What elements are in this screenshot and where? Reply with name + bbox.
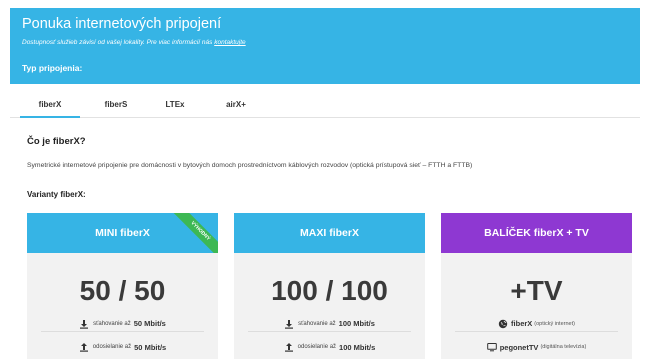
internet-note: (optický internet): [534, 320, 575, 327]
download-icon: [80, 319, 89, 329]
plan-card-maxi[interactable]: MAXI fiberX 100 / 100 sťahovanie až 100 …: [234, 213, 425, 359]
plan-speed: 100 / 100: [271, 275, 388, 306]
tv-icon: [486, 343, 497, 352]
globe-icon: [498, 319, 508, 328]
tab-fibers[interactable]: fiberS: [96, 96, 136, 118]
connection-type-label: Typ pripojenia:: [22, 63, 83, 73]
header-banner: Ponuka internetových pripojení Dostupnos…: [10, 8, 640, 84]
download-feature: sťahovanie až 50 Mbit/s: [41, 316, 204, 332]
tv-feature: pegonetTV (digitálna televízia): [455, 339, 618, 355]
download-label: sťahovanie až: [93, 320, 131, 327]
plan-title: MAXI fiberX: [300, 227, 359, 239]
recommended-ribbon: VÝHODNÝ: [167, 213, 218, 253]
plan-title: MINI fiberX: [95, 227, 150, 239]
plan-card-header: MAXI fiberX: [234, 213, 425, 253]
upload-icon: [284, 343, 293, 352]
upload-value: 50 Mbit/s: [134, 342, 167, 352]
download-value: 100 Mbit/s: [338, 319, 375, 328]
connection-tabs: fiberX fiberS LTEx airX+: [10, 96, 640, 118]
availability-note: Dostupnosť služieb závisí od vašej lokal…: [22, 39, 246, 46]
upload-feature: odosielanie až 50 Mbit/s: [41, 339, 204, 355]
variants-heading: Varianty fiberX:: [27, 190, 86, 199]
upload-feature: odosielanie až 100 Mbit/s: [248, 339, 411, 355]
upload-label: odosielanie až: [297, 344, 337, 350]
tab-airx[interactable]: airX+: [216, 96, 256, 118]
plan-speed: +TV: [510, 275, 563, 306]
upload-label: odosielanie až: [92, 344, 132, 350]
plan-title: BALÍČEK fiberX + TV: [484, 227, 589, 239]
contact-link[interactable]: kontaktujte: [214, 39, 245, 46]
plan-card-mini[interactable]: MINI fiberX VÝHODNÝ 50 / 50 sťahovanie a…: [27, 213, 218, 359]
download-feature: sťahovanie až 100 Mbit/s: [248, 316, 411, 332]
download-value: 50 Mbit/s: [133, 319, 166, 328]
section-heading: Čo je fiberX?: [27, 136, 86, 147]
internet-name: fiberX: [511, 319, 533, 328]
tab-fiberx[interactable]: fiberX: [20, 96, 80, 118]
upload-value: 100 Mbit/s: [339, 342, 376, 352]
internet-feature: fiberX (optický internet): [455, 316, 618, 332]
download-icon: [285, 319, 294, 329]
plan-card-header: BALÍČEK fiberX + TV: [441, 213, 632, 253]
plan-card-bundle[interactable]: BALÍČEK fiberX + TV +TV fiberX (optický …: [441, 213, 632, 359]
tv-note: (digitálna televízia): [540, 344, 587, 350]
availability-text: Dostupnosť služieb závisí od vašej lokal…: [22, 39, 213, 46]
download-label: sťahovanie až: [298, 320, 336, 327]
tab-ltex[interactable]: LTEx: [160, 96, 190, 118]
upload-icon: [79, 343, 88, 352]
page-title: Ponuka internetových pripojení: [22, 16, 222, 32]
plan-speed: 50 / 50: [79, 275, 166, 306]
tv-name: pegonetTV: [499, 342, 539, 352]
plan-card-header: MINI fiberX VÝHODNÝ: [27, 213, 218, 253]
section-description: Symetrické internetové pripojenie pre do…: [27, 162, 473, 169]
